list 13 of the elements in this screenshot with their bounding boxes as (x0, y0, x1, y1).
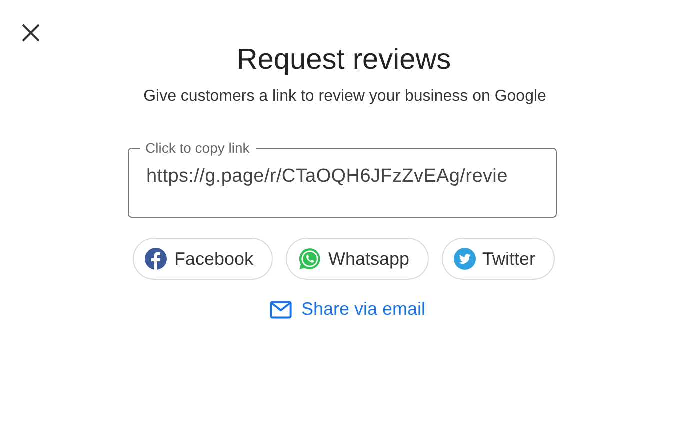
share-via-email-link[interactable]: Share via email (270, 299, 426, 320)
share-button[interactable]: Whatsapp (286, 238, 429, 280)
dialog-title: Request reviews (236, 43, 452, 77)
link-text: https://g.page/r/CTaOQH6JFzZvEAg/revie (146, 166, 509, 188)
dialog-subtitle: Give customers a link to review your business on Google (144, 87, 546, 107)
twitter-icon (454, 248, 476, 270)
facebook-icon (145, 248, 168, 270)
share-button[interactable]: Facebook (133, 238, 272, 280)
whatsapp-icon (298, 247, 322, 271)
field-label: Click to copy link (144, 139, 251, 158)
share-button[interactable]: Twitter (442, 238, 555, 280)
envelope-icon (270, 300, 292, 318)
close-icon (22, 24, 40, 42)
